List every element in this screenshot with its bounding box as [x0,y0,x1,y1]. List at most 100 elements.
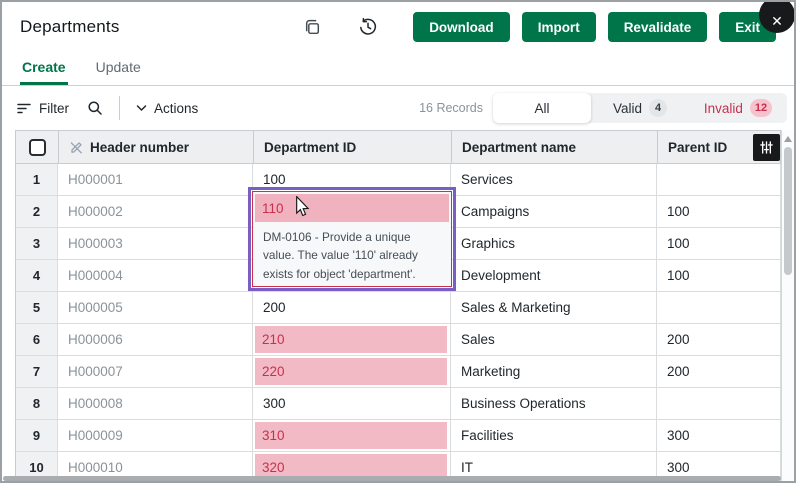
cell-department-name[interactable]: Sales [451,324,657,356]
filter-valid-segment[interactable]: Valid 4 [591,93,689,123]
cell-header-number: H000006 [58,324,253,356]
table-row: 6H000006210Sales200 [15,324,781,356]
column-label: Department name [462,140,576,155]
column-department-name[interactable]: Department name [452,131,658,164]
row-number[interactable]: 6 [15,324,58,356]
cell-department-name[interactable]: Marketing [451,356,657,388]
vertical-scrollbar[interactable] [781,130,794,481]
departments-window: Departments Download Import Revalidate E… [0,0,796,483]
column-label: Department ID [264,140,356,155]
filter-valid-label: Valid [613,101,642,116]
filter-invalid-segment[interactable]: Invalid 12 [689,93,787,123]
row-number[interactable]: 2 [15,196,58,228]
row-number[interactable]: 8 [15,388,58,420]
page-title: Departments [20,17,120,37]
cell-parent-id[interactable]: 300 [657,420,781,452]
column-label: Parent ID [668,140,727,155]
filter-icon [16,100,32,116]
table-row: 7H000007220Marketing200 [15,356,781,388]
row-number[interactable]: 5 [15,292,58,324]
table-row: 9H000009310Facilities300 [15,420,781,452]
column-label: Header number [90,140,189,155]
cell-parent-id[interactable]: 100 [657,228,781,260]
selected-cell-overlay: 110 DM-0106 - Provide a unique value. Th… [248,187,456,291]
invalid-value[interactable]: 220 [255,358,447,385]
row-number[interactable]: 9 [15,420,58,452]
search-icon [87,100,103,116]
cell-department-id[interactable]: 300 [253,388,451,420]
column-header-number[interactable]: Header number [59,131,254,164]
cell-department-name[interactable]: Facilities [451,420,657,452]
select-all-checkbox[interactable] [29,139,46,156]
cell-header-number: H000009 [58,420,253,452]
scroll-up-arrow-icon[interactable] [784,136,792,142]
toolbar: Filter Actions 16 Records All [2,86,794,130]
actions-label: Actions [154,101,198,116]
cell-department-name[interactable]: Graphics [451,228,657,260]
cell-header-number: H000001 [58,164,253,196]
row-number[interactable]: 1 [15,164,58,196]
cell-header-number: H000008 [58,388,253,420]
invalid-value[interactable]: 210 [255,326,447,353]
column-settings-button[interactable] [753,134,780,161]
history-icon[interactable] [357,16,379,38]
actions-menu[interactable]: Actions [136,101,198,116]
valid-count-badge: 4 [649,99,667,117]
cell-parent-id[interactable]: 200 [657,324,781,356]
select-all-cell [16,131,59,164]
cell-department-name[interactable]: Business Operations [451,388,657,420]
cell-header-number: H000004 [58,260,253,292]
filter-all-segment[interactable]: All [493,93,591,123]
validation-popover: 110 DM-0106 - Provide a unique value. Th… [252,191,452,287]
cell-parent-id[interactable] [657,292,781,324]
tab-bar: Create Update [2,52,794,86]
column-department-id[interactable]: Department ID [254,131,452,164]
filter-label: Filter [39,101,69,116]
row-number[interactable]: 7 [15,356,58,388]
vertical-scroll-thumb[interactable] [784,147,792,275]
validation-tooltip: DM-0106 - Provide a unique value. The va… [253,224,451,286]
cell-department-id[interactable]: 200 [253,292,451,324]
cell-parent-id[interactable] [657,388,781,420]
import-button[interactable]: Import [522,12,596,42]
column-parent-id[interactable]: Parent ID [658,131,781,164]
download-button[interactable]: Download [413,12,510,42]
table-zone: Header number Department ID Department n… [2,130,794,481]
filter-invalid-label: Invalid [704,101,743,116]
invalid-value[interactable]: 310 [255,422,447,449]
horizontal-scrollbar[interactable] [3,476,781,481]
cell-department-name[interactable]: Development [451,260,657,292]
table-header: Header number Department ID Department n… [15,130,781,164]
cell-header-number: H000003 [58,228,253,260]
filter-button[interactable]: Filter [16,100,69,116]
table-row: 5H000005200Sales & Marketing [15,292,781,324]
title-bar: Departments Download Import Revalidate E… [2,2,794,52]
tab-update[interactable]: Update [94,52,143,85]
cell-parent-id[interactable]: 100 [657,260,781,292]
search-button[interactable] [87,100,103,116]
cell-department-name[interactable]: Sales & Marketing [451,292,657,324]
tab-create[interactable]: Create [20,52,68,85]
cell-parent-id[interactable] [657,164,781,196]
row-number[interactable]: 4 [15,260,58,292]
invalid-count-badge: 12 [750,99,772,117]
cell-header-number: H000002 [58,196,253,228]
cell-department-name[interactable]: Campaigns [451,196,657,228]
row-number[interactable]: 3 [15,228,58,260]
table-row: 8H000008300Business Operations [15,388,781,420]
cell-department-name[interactable]: Services [451,164,657,196]
cell-department-id[interactable]: 210 [253,324,451,356]
no-edit-icon [69,140,84,155]
cell-department-id[interactable]: 220 [253,356,451,388]
cell-parent-id[interactable]: 100 [657,196,781,228]
cell-parent-id[interactable]: 200 [657,356,781,388]
cell-header-number: H000005 [58,292,253,324]
selected-department-id-cell[interactable]: 110 [255,194,449,222]
copy-icon[interactable] [301,16,323,38]
revalidate-button[interactable]: Revalidate [608,12,708,42]
validity-filter: All Valid 4 Invalid 12 [493,93,787,123]
cell-department-id[interactable]: 310 [253,420,451,452]
selected-cell-value: 110 [262,201,284,216]
records-count: 16 Records [419,101,483,115]
filter-all-label: All [534,101,549,116]
